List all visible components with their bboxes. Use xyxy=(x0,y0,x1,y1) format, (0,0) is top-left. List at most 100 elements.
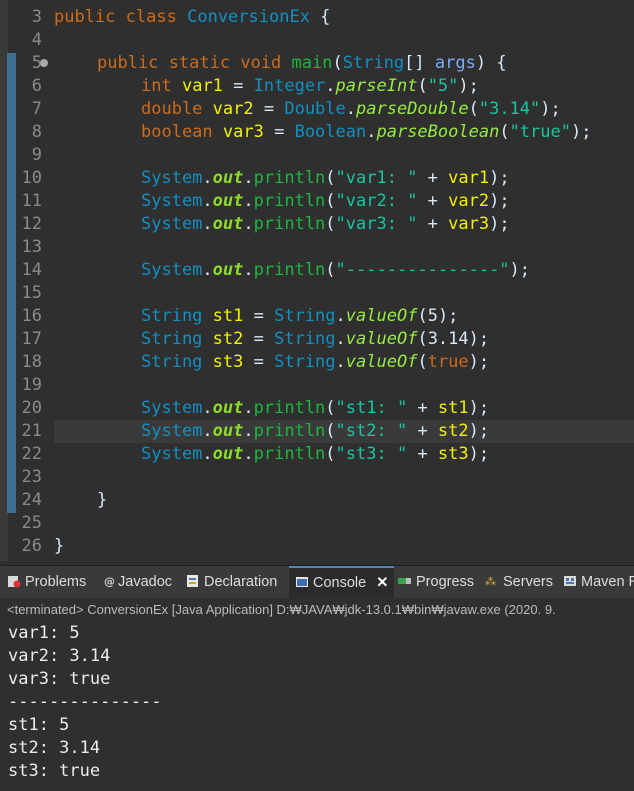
console-line: var3: true xyxy=(8,669,111,689)
operator: + xyxy=(417,191,449,211)
variable: st3 xyxy=(212,352,244,372)
punct: ); xyxy=(468,421,490,441)
variable: var3 xyxy=(448,214,490,234)
line-number: 17 xyxy=(21,329,42,349)
tab-problems[interactable]: Problems xyxy=(7,566,86,599)
problems-icon xyxy=(7,568,21,588)
punct: . xyxy=(202,398,213,418)
keyword: static xyxy=(168,53,231,73)
punct: . xyxy=(202,421,213,441)
code-line-7[interactable]: double var2 = Double.parseDouble("3.14")… xyxy=(141,98,561,121)
console-line: var1: 5 xyxy=(8,623,80,643)
line-number: 23 xyxy=(21,467,42,487)
code-line-18[interactable]: String st3 = String.valueOf(true); xyxy=(141,351,489,374)
console-icon xyxy=(295,570,309,587)
string-literal: "var2: " xyxy=(335,191,418,211)
punct: ( xyxy=(499,122,510,142)
brace: } xyxy=(97,490,108,510)
method-name: main xyxy=(291,53,333,73)
number-literal: 5 xyxy=(427,306,438,326)
keyword: public xyxy=(97,53,159,73)
punct: ); xyxy=(468,352,490,372)
tab-declaration[interactable]: Declaration xyxy=(186,566,277,599)
tab-maven[interactable]: Maven R xyxy=(563,566,634,599)
code-line-17[interactable]: String st2 = String.valueOf(3.14); xyxy=(141,328,489,351)
class-name: String xyxy=(274,352,336,372)
code-line-20[interactable]: System.out.println("st1: " + st1); xyxy=(141,397,489,420)
punct: . xyxy=(243,168,254,188)
operator: = xyxy=(222,76,254,96)
punct: . xyxy=(243,214,254,234)
variable: st3 xyxy=(437,444,469,464)
code-line-8[interactable]: boolean var3 = Boolean.parseBoolean("tru… xyxy=(141,121,591,144)
code-editor[interactable]: 3 4 5 6 7 8 9 10 11 12 13 14 15 16 17 18… xyxy=(0,0,634,561)
variable: var2 xyxy=(448,191,490,211)
line-number: 10 xyxy=(21,168,42,188)
class-name: String xyxy=(274,306,336,326)
class-name: System xyxy=(141,398,203,418)
punct: . xyxy=(335,329,346,349)
tab-javadoc[interactable]: @ Javadoc xyxy=(104,566,172,599)
method-name: parseBoolean xyxy=(376,122,500,142)
punct: ); xyxy=(437,306,459,326)
field-name: out xyxy=(212,421,244,441)
code-line-10[interactable]: System.out.println("var1: " + var1); xyxy=(141,167,510,190)
line-number: 26 xyxy=(21,536,42,556)
console-line: var2: 3.14 xyxy=(8,646,111,666)
field-name: out xyxy=(212,444,244,464)
code-line-5[interactable]: public static void main(String[] args) { xyxy=(97,52,507,75)
method-name: valueOf xyxy=(345,306,418,326)
operator: + xyxy=(407,444,438,464)
class-name: ConversionEx xyxy=(187,7,310,27)
tab-progress[interactable]: Progress xyxy=(398,566,474,599)
line-number: 5 xyxy=(31,53,42,73)
code-line-24[interactable]: } xyxy=(97,489,107,512)
code-line-16[interactable]: String st1 = String.valueOf(5); xyxy=(141,305,458,328)
punct: . xyxy=(202,191,213,211)
line-number: 19 xyxy=(21,375,42,395)
punct: ); xyxy=(489,191,510,211)
svg-text:⁂: ⁂ xyxy=(485,575,496,588)
console-output[interactable]: var1: 5 var2: 3.14 var3: true ----------… xyxy=(0,622,634,791)
code-line-21[interactable]: System.out.println("st2: " + st2); xyxy=(141,420,489,443)
tab-servers[interactable]: ⁂ Servers xyxy=(485,566,553,599)
code-line-6[interactable]: int var1 = Integer.parseInt("5"); xyxy=(141,75,479,98)
code-line-3[interactable]: public class ConversionEx { xyxy=(54,6,330,29)
brace: { xyxy=(309,7,331,27)
punct: . xyxy=(202,260,213,280)
punct: ( xyxy=(325,444,336,464)
class-name: Double xyxy=(284,99,346,119)
code-line-22[interactable]: System.out.println("st3: " + st3); xyxy=(141,443,489,466)
class-name: Integer xyxy=(253,76,326,96)
method-name: parseDouble xyxy=(356,99,469,119)
method-name: println xyxy=(253,214,326,234)
punct: ); xyxy=(468,398,490,418)
code-line-12[interactable]: System.out.println("var3: " + var3); xyxy=(141,213,510,236)
code-line-14[interactable]: System.out.println("---------------"); xyxy=(141,259,530,282)
string-literal: "var3: " xyxy=(335,214,418,234)
code-line-11[interactable]: System.out.println("var2: " + var2); xyxy=(141,190,510,213)
boolean-literal: true xyxy=(427,352,469,372)
tab-label: Javadoc xyxy=(118,574,173,590)
class-name: System xyxy=(141,191,203,211)
punct: . xyxy=(335,352,346,372)
class-name: String xyxy=(141,329,203,349)
string-literal: "---------------" xyxy=(335,260,510,280)
console-line: st2: 3.14 xyxy=(8,738,101,758)
declaration-icon xyxy=(186,568,200,587)
at-sign-icon: @ xyxy=(104,568,115,588)
method-name: println xyxy=(253,168,326,188)
operator: = xyxy=(243,329,275,349)
code-line-26[interactable]: } xyxy=(54,535,64,558)
tab-label: Servers xyxy=(503,574,553,590)
variable: var2 xyxy=(212,99,254,119)
close-icon[interactable]: ✕ xyxy=(376,575,388,591)
punct: ); xyxy=(570,122,592,142)
punct: ); xyxy=(489,168,510,188)
line-number: 16 xyxy=(21,306,42,326)
tab-console[interactable]: Console ✕ xyxy=(289,566,395,599)
console-line: --------------- xyxy=(8,692,162,712)
string-literal: "st3: " xyxy=(335,444,408,464)
tab-label: Maven R xyxy=(581,574,634,590)
operator: + xyxy=(407,398,438,418)
